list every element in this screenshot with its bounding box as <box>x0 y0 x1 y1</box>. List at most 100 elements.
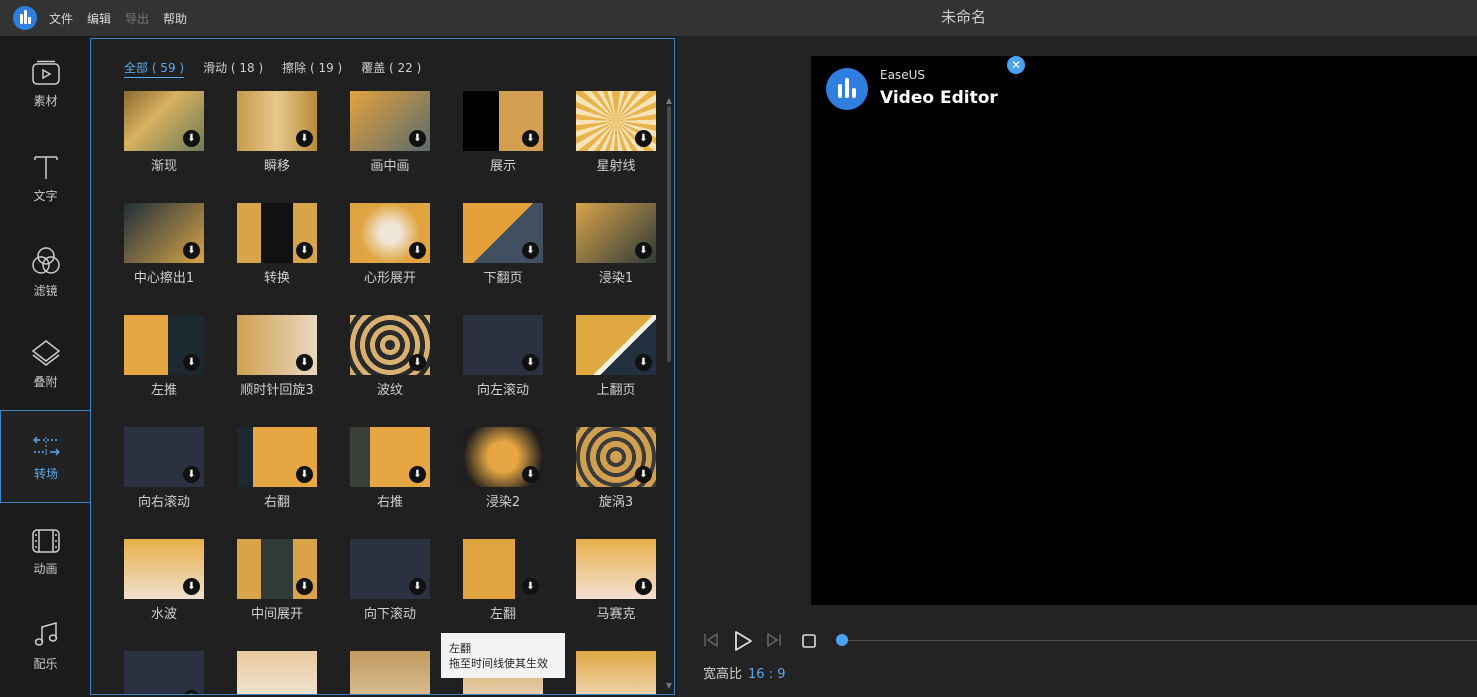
aspect-value[interactable]: 16 : 9 <box>748 667 785 682</box>
transition-thumbnail[interactable]: ⬇ <box>237 315 317 375</box>
scroll-down-icon[interactable]: ▼ <box>665 682 673 690</box>
transition-tile[interactable]: ⬇ 瞬移 <box>237 91 317 174</box>
transition-thumbnail[interactable]: ⬇ <box>237 539 317 599</box>
transition-tile[interactable] <box>237 651 317 694</box>
download-icon[interactable]: ⬇ <box>635 578 652 595</box>
transition-thumbnail[interactable]: ⬇ <box>350 91 430 151</box>
transition-thumbnail[interactable] <box>576 651 656 694</box>
download-icon[interactable]: ⬇ <box>183 466 200 483</box>
transition-tile[interactable]: ⬇ 中间展开 <box>237 539 317 622</box>
transition-thumbnail[interactable]: ⬇ <box>463 427 543 487</box>
download-icon[interactable]: ⬇ <box>522 354 539 371</box>
transition-thumbnail[interactable]: ⬇ <box>124 315 204 375</box>
transition-thumbnail[interactable]: ⬇ <box>124 203 204 263</box>
transition-thumbnail[interactable]: ⬇ <box>576 91 656 151</box>
transition-tile[interactable]: ⬇ 浸染2 <box>463 427 543 510</box>
download-icon[interactable]: ⬇ <box>183 690 200 694</box>
sidebar-item-overlay[interactable]: 叠附 <box>0 315 91 408</box>
sidebar-item-animation[interactable]: 动画 <box>0 504 91 597</box>
watermark-close-icon[interactable]: ✕ <box>1007 56 1025 74</box>
download-icon[interactable]: ⬇ <box>409 578 426 595</box>
transition-tile[interactable]: ⬇ 上翻页 <box>576 315 656 398</box>
transition-thumbnail[interactable]: ⬇ <box>576 203 656 263</box>
transition-tile[interactable]: ⬇ 波纹 <box>350 315 430 398</box>
transition-tile[interactable]: ⬇ 浸染1 <box>576 203 656 286</box>
transition-thumbnail[interactable]: ⬇ <box>463 203 543 263</box>
download-icon[interactable]: ⬇ <box>522 466 539 483</box>
transition-tile[interactable] <box>576 651 656 694</box>
transition-thumbnail[interactable]: ⬇ <box>576 427 656 487</box>
download-icon[interactable]: ⬇ <box>296 242 313 259</box>
timeline-progress[interactable] <box>842 640 1477 641</box>
transition-tile[interactable]: ⬇ 向右滚动 <box>124 427 204 510</box>
tab-all[interactable]: 全部 ( 59 ) <box>124 59 185 78</box>
download-icon[interactable]: ⬇ <box>409 130 426 147</box>
download-icon[interactable]: ⬇ <box>183 354 200 371</box>
transition-tile[interactable]: ⬇ 顺时针回旋3 <box>237 315 317 398</box>
transition-thumbnail[interactable]: ⬇ <box>350 427 430 487</box>
download-icon[interactable]: ⬇ <box>635 354 652 371</box>
progress-knob[interactable] <box>836 634 848 646</box>
stop-icon[interactable] <box>801 633 817 649</box>
transition-thumbnail[interactable]: ⬇ <box>237 91 317 151</box>
tab-wipe[interactable]: 擦除 ( 19 ) <box>282 59 342 78</box>
transition-thumbnail[interactable]: ⬇ <box>350 203 430 263</box>
transition-tile[interactable]: ⬇ 右翻 <box>237 427 317 510</box>
download-icon[interactable]: ⬇ <box>635 130 652 147</box>
transition-tile[interactable]: ⬇ 水波 <box>124 539 204 622</box>
transition-thumbnail[interactable] <box>350 651 430 694</box>
sidebar-item-transition[interactable]: 转场 <box>0 410 91 503</box>
transition-thumbnail[interactable]: ⬇ <box>463 315 543 375</box>
transition-thumbnail[interactable]: ⬇ <box>463 91 543 151</box>
aspect-ratio[interactable]: 宽高比 16 : 9 <box>703 663 785 682</box>
download-icon[interactable]: ⬇ <box>183 578 200 595</box>
transition-tile[interactable]: ⬇ 中心擦出1 <box>124 203 204 286</box>
transition-thumbnail[interactable]: ⬇ <box>124 427 204 487</box>
transition-thumbnail[interactable]: ⬇ <box>350 539 430 599</box>
transition-thumbnail[interactable]: ⬇ <box>576 315 656 375</box>
transition-thumbnail[interactable]: ⬇ <box>237 203 317 263</box>
transition-tile[interactable]: ⬇ <box>124 651 204 694</box>
transition-tile[interactable]: ⬇ 下翻页 <box>463 203 543 286</box>
transition-thumbnail[interactable]: ⬇ <box>463 539 543 599</box>
next-frame-icon[interactable] <box>765 632 783 648</box>
transition-tile[interactable]: ⬇ 星射线 <box>576 91 656 174</box>
download-icon[interactable]: ⬇ <box>409 242 426 259</box>
transition-tile[interactable]: ⬇ 画中画 <box>350 91 430 174</box>
download-icon[interactable]: ⬇ <box>635 466 652 483</box>
panel-scrollbar[interactable] <box>667 106 671 362</box>
sidebar-item-media[interactable]: 素材 <box>0 36 91 129</box>
download-icon[interactable]: ⬇ <box>296 466 313 483</box>
transition-tile[interactable]: ⬇ 向下滚动 <box>350 539 430 622</box>
transition-tile[interactable]: ⬇ 向左滚动 <box>463 315 543 398</box>
download-icon[interactable]: ⬇ <box>409 466 426 483</box>
download-icon[interactable]: ⬇ <box>409 354 426 371</box>
transition-thumbnail[interactable] <box>237 651 317 694</box>
transition-tile[interactable]: ⬇ 心形展开 <box>350 203 430 286</box>
transition-thumbnail[interactable]: ⬇ <box>124 651 204 694</box>
download-icon[interactable]: ⬇ <box>296 578 313 595</box>
download-icon[interactable]: ⬇ <box>296 354 313 371</box>
tab-cover[interactable]: 覆盖 ( 22 ) <box>361 59 421 78</box>
transition-thumbnail[interactable]: ⬇ <box>124 91 204 151</box>
transition-thumbnail[interactable]: ⬇ <box>350 315 430 375</box>
transition-tile[interactable]: ⬇ 旋涡3 <box>576 427 656 510</box>
transition-tile[interactable]: ⬇ 马赛克 <box>576 539 656 622</box>
play-icon[interactable] <box>733 630 753 652</box>
transition-tile[interactable]: ⬇ 渐现 <box>124 91 204 174</box>
download-icon[interactable]: ⬇ <box>296 130 313 147</box>
scroll-up-icon[interactable]: ▲ <box>665 97 673 105</box>
transition-tile[interactable]: ⬇ 转换 <box>237 203 317 286</box>
tab-slide[interactable]: 滑动 ( 18 ) <box>203 59 263 78</box>
sidebar-item-filter[interactable]: 滤镜 <box>0 222 91 315</box>
download-icon[interactable]: ⬇ <box>183 130 200 147</box>
transition-thumbnail[interactable]: ⬇ <box>124 539 204 599</box>
download-icon[interactable]: ⬇ <box>522 130 539 147</box>
transition-tile[interactable] <box>350 651 430 694</box>
sidebar-item-music[interactable]: 配乐 <box>0 597 91 690</box>
download-icon[interactable]: ⬇ <box>635 242 652 259</box>
download-icon[interactable]: ⬇ <box>522 578 539 595</box>
transition-tile[interactable]: ⬇ 右推 <box>350 427 430 510</box>
prev-frame-icon[interactable] <box>702 632 720 648</box>
download-icon[interactable]: ⬇ <box>183 242 200 259</box>
